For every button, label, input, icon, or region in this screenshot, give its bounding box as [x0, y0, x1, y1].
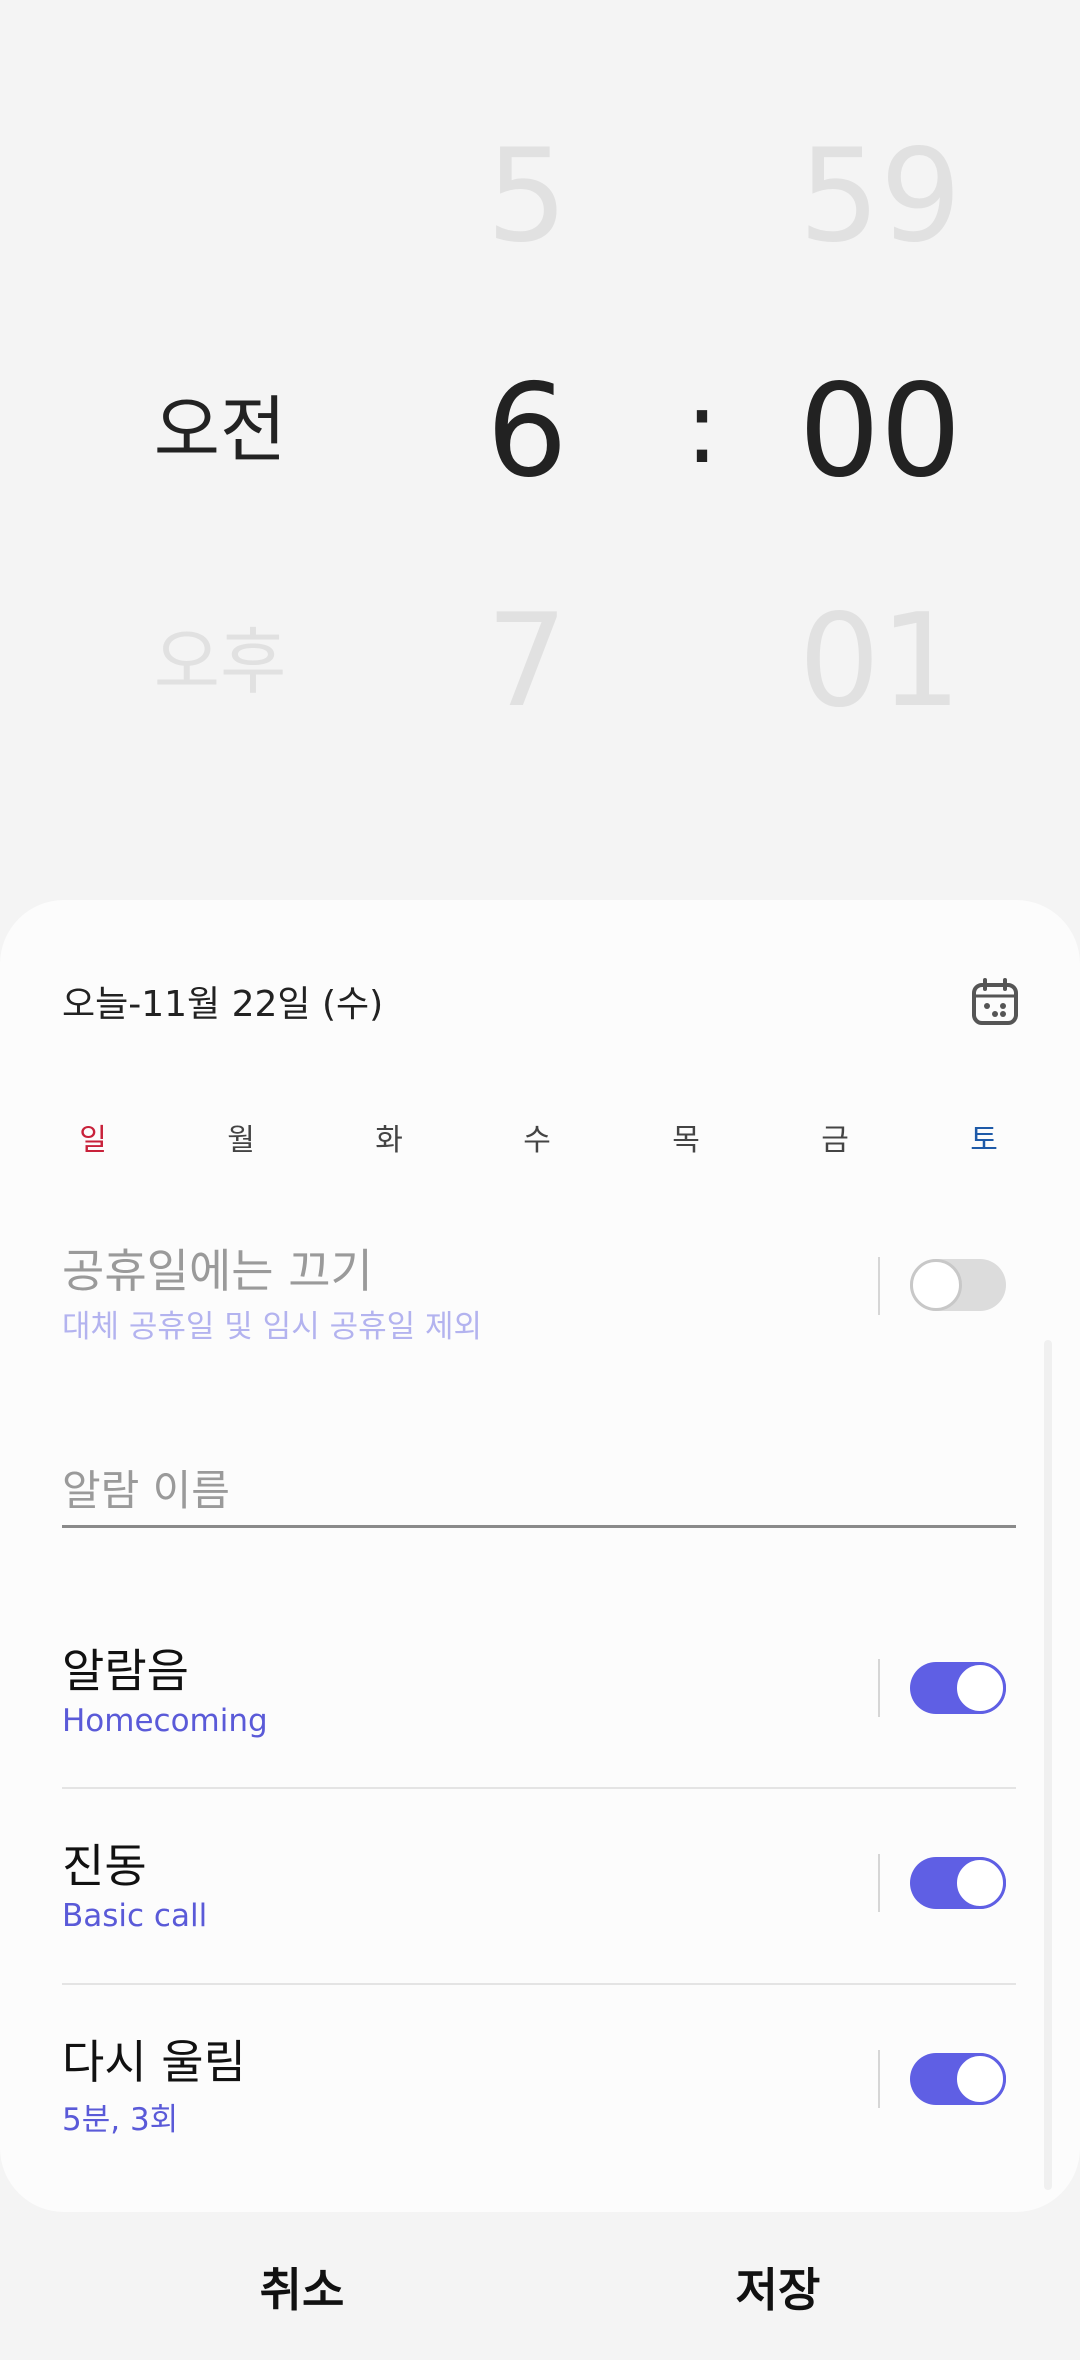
weekday-fri[interactable]: 금	[795, 1115, 875, 1159]
calendar-icon[interactable]	[970, 977, 1020, 1027]
row-divider	[878, 1854, 880, 1912]
holiday-toggle[interactable]	[910, 1259, 1006, 1311]
holiday-off-row[interactable]: 공휴일에는 끄기 대체 공휴일 및 임시 공휴일 제외	[62, 1235, 1018, 1355]
ampm-other[interactable]: 오후	[154, 626, 286, 698]
snooze-value: 5분, 3회	[62, 2102, 179, 2138]
row-divider	[878, 1257, 880, 1315]
minute-selected[interactable]: 00	[799, 368, 962, 496]
row-divider	[878, 1659, 880, 1717]
hour-previous[interactable]: 5	[486, 133, 567, 261]
weekday-sun[interactable]: 일	[53, 1115, 133, 1159]
ampm-selected[interactable]: 오전	[154, 394, 286, 466]
weekday-thu[interactable]: 목	[646, 1115, 726, 1159]
vibration-value: Basic call	[62, 1898, 208, 1934]
alarm-name-input[interactable]	[62, 1455, 1016, 1528]
alarm-sound-value: Homecoming	[62, 1703, 268, 1739]
list-divider	[62, 1787, 1016, 1789]
weekday-wed[interactable]: 수	[497, 1115, 577, 1159]
weekday-selector: 일 월 화 수 목 금 토	[0, 1115, 1080, 1165]
alarm-settings-sheet: 오늘-11월 22일 (수) 일 월 화 수 목 금 토 공휴일에는 끄기 대체…	[0, 900, 1080, 2212]
scrollbar[interactable]	[1044, 1340, 1052, 2190]
save-button[interactable]: 저장	[508, 2254, 1048, 2320]
vibration-title: 진동	[62, 1839, 147, 1893]
holiday-title: 공휴일에는 끄기	[62, 1244, 373, 1298]
weekday-mon[interactable]: 월	[201, 1115, 281, 1159]
minute-previous[interactable]: 59	[799, 133, 962, 261]
alarm-edit-screen: 5 59 오전 6 : 00 오후 7 01 오늘-11월 22일 (수) 일	[0, 0, 1080, 2360]
alarm-sound-row[interactable]: 알람음 Homecoming	[62, 1635, 1018, 1755]
hour-next[interactable]: 7	[486, 598, 567, 726]
vibration-toggle[interactable]	[910, 1857, 1006, 1909]
snooze-row[interactable]: 다시 울림 5분, 3회	[62, 2026, 1018, 2146]
list-divider	[62, 1983, 1016, 1985]
hour-selected[interactable]: 6	[486, 368, 567, 496]
minute-next[interactable]: 01	[799, 598, 962, 726]
weekday-tue[interactable]: 화	[349, 1115, 429, 1159]
date-label: 오늘-11월 22일 (수)	[62, 984, 384, 1025]
time-separator: :	[685, 369, 719, 486]
snooze-title: 다시 울림	[62, 2035, 246, 2089]
snooze-toggle[interactable]	[910, 2053, 1006, 2105]
vibration-row[interactable]: 진동 Basic call	[62, 1830, 1018, 1950]
holiday-subtitle: 대체 공휴일 및 임시 공휴일 제외	[62, 1309, 483, 1345]
cancel-button[interactable]: 취소	[32, 2254, 572, 2320]
weekday-sat[interactable]: 토	[944, 1115, 1024, 1159]
alarm-sound-toggle[interactable]	[910, 1662, 1006, 1714]
row-divider	[878, 2050, 880, 2108]
alarm-sound-title: 알람음	[62, 1644, 189, 1698]
time-picker: 5 59 오전 6 : 00 오후 7 01	[0, 0, 1080, 900]
